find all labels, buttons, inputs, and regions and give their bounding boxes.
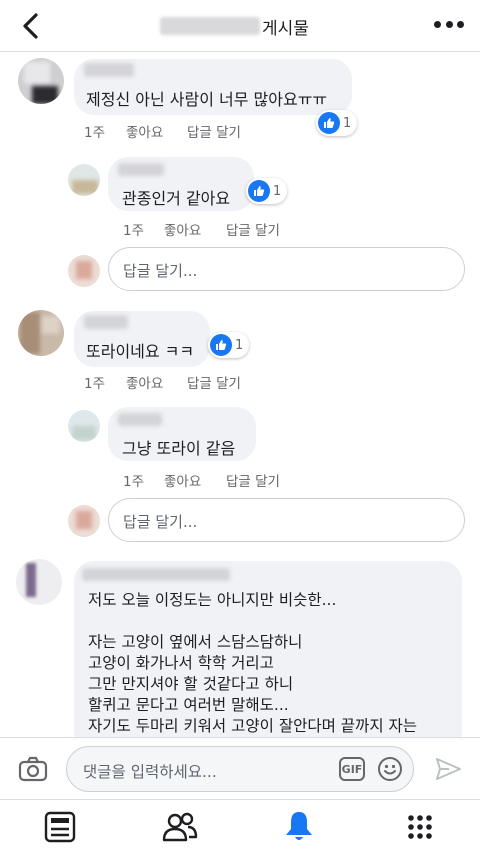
back-button[interactable] — [18, 12, 44, 40]
like-button[interactable]: 좋아요 — [126, 121, 163, 141]
friends-icon — [162, 812, 198, 842]
reply-button[interactable]: 답글 달기 — [226, 470, 280, 490]
send-button[interactable] — [434, 756, 462, 782]
chevron-left-icon — [23, 13, 38, 39]
comment-text: 저도 오늘 이정도는 아니지만 비슷한... 자는 고양이 옆에서 스담스담하니… — [88, 591, 418, 735]
menu-grid-icon — [408, 815, 432, 839]
notifications-bell-icon — [286, 812, 312, 840]
thumbs-up-icon — [248, 180, 270, 202]
comment-text: 또라이네요 ㅋㅋ — [86, 342, 195, 361]
blurred-commenter-name — [118, 163, 164, 176]
reaction-count[interactable]: 1 — [208, 332, 250, 358]
avatar[interactable] — [68, 410, 100, 442]
reply-text: 그냥 또라이 같음 — [122, 439, 236, 458]
tab-news-feed[interactable] — [42, 810, 78, 844]
blurred-author-name — [160, 17, 260, 35]
tab-menu[interactable] — [402, 810, 438, 844]
like-button[interactable]: 좋아요 — [164, 219, 201, 239]
comment-text: 제정신 아닌 사람이 너무 많아요ㅠㅠ — [86, 90, 328, 109]
bottom-tab-bar — [0, 799, 480, 854]
comment-input[interactable]: 댓글을 입력하세요... GIF — [66, 746, 414, 792]
avatar[interactable] — [68, 164, 100, 196]
comment-composer: 댓글을 입력하세요... GIF — [0, 737, 480, 799]
comments-feed[interactable]: 제정신 아닌 사람이 너무 많아요ㅠㅠ 1 1주 좋아요 답글 달기 관종인거 … — [0, 53, 480, 737]
smiley-icon — [378, 757, 402, 781]
more-options-button[interactable] — [434, 19, 464, 29]
gif-button[interactable]: GIF — [339, 757, 365, 781]
news-feed-icon — [44, 811, 76, 843]
reply-button[interactable]: 답글 달기 — [226, 219, 280, 239]
reaction-count[interactable]: 1 — [246, 178, 288, 204]
like-button[interactable]: 좋아요 — [164, 470, 201, 490]
camera-icon — [18, 756, 48, 782]
avatar[interactable] — [18, 310, 64, 356]
thumbs-up-icon — [318, 112, 340, 134]
tab-notifications[interactable] — [281, 810, 317, 844]
reply-input[interactable]: 답글 달기... — [108, 247, 465, 291]
reaction-number: 1 — [343, 115, 352, 131]
avatar[interactable] — [16, 559, 62, 605]
blurred-commenter-name — [82, 568, 230, 581]
tab-friends[interactable] — [162, 810, 198, 844]
camera-button[interactable] — [18, 755, 48, 783]
reply-placeholder: 답글 달기... — [123, 262, 198, 280]
top-bar: 게시물 — [0, 0, 480, 52]
reply-placeholder: 답글 달기... — [123, 513, 198, 531]
comment-time: 1주 — [84, 376, 106, 392]
reply-button[interactable]: 답글 달기 — [187, 372, 241, 392]
reply-button[interactable]: 답글 달기 — [187, 121, 241, 141]
reply-time: 1주 — [123, 474, 145, 490]
comment-placeholder: 댓글을 입력하세요... — [83, 763, 217, 781]
avatar[interactable] — [18, 58, 64, 104]
reaction-count[interactable]: 1 — [316, 110, 358, 136]
comment-time: 1주 — [84, 125, 106, 141]
reply-input[interactable]: 답글 달기... — [108, 498, 465, 542]
more-dots-icon — [434, 20, 441, 28]
blurred-commenter-name — [84, 315, 128, 329]
my-avatar — [68, 255, 100, 287]
blurred-commenter-name — [118, 413, 162, 426]
thumbs-up-icon — [210, 334, 232, 356]
reply-text: 관종인거 같아요 — [122, 189, 231, 208]
page-title-suffix: 게시물 — [262, 18, 309, 39]
reply-time: 1주 — [123, 223, 145, 239]
reaction-number: 1 — [235, 337, 244, 353]
blurred-commenter-name — [84, 63, 134, 77]
page-title: 게시물 — [160, 14, 309, 39]
my-avatar — [68, 505, 100, 537]
like-button[interactable]: 좋아요 — [126, 372, 163, 392]
emoji-button[interactable] — [377, 756, 403, 782]
send-icon — [436, 758, 461, 780]
reaction-number: 1 — [273, 183, 282, 199]
